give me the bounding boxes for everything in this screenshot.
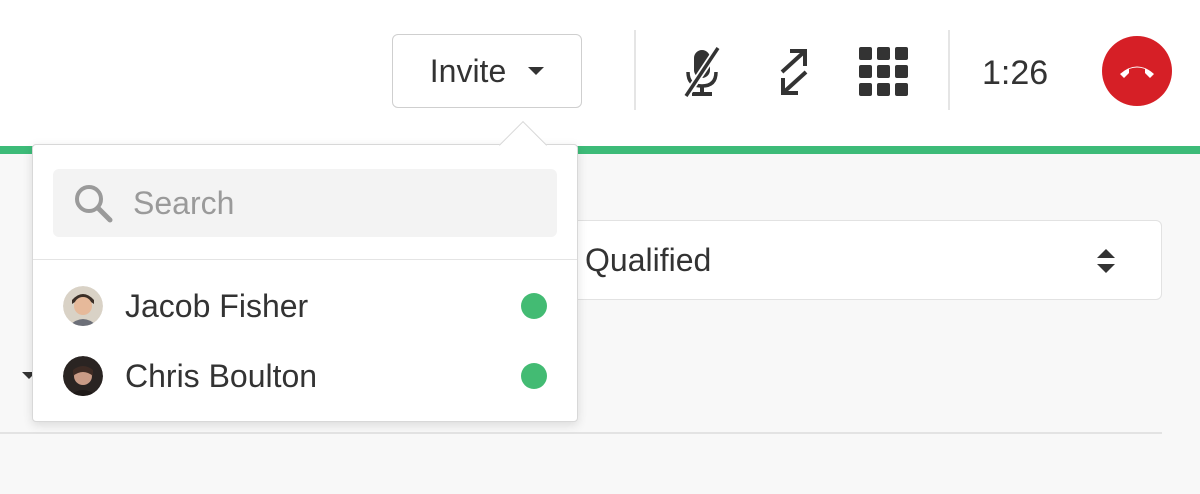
toolbar-divider bbox=[634, 30, 636, 110]
online-status-dot bbox=[521, 293, 547, 319]
select-arrows-icon bbox=[1097, 249, 1115, 273]
keypad-grid-icon[interactable] bbox=[856, 44, 912, 100]
popover-pointer-cover bbox=[500, 146, 546, 166]
section-divider bbox=[0, 432, 1162, 434]
call-toolbar: Invite 1:26 bbox=[0, 0, 1200, 146]
invite-button-label: Invite bbox=[429, 52, 507, 89]
microphone-off-icon[interactable] bbox=[674, 44, 730, 100]
status-select-value: Qualified bbox=[585, 241, 712, 278]
online-status-dot bbox=[521, 363, 547, 389]
search-input[interactable] bbox=[133, 184, 533, 222]
avatar bbox=[63, 356, 103, 396]
invite-popover: Jacob Fisher Chris Boulton bbox=[32, 144, 578, 422]
invite-user-name: Jacob Fisher bbox=[125, 287, 309, 324]
call-timer: 1:26 bbox=[982, 54, 1049, 92]
invite-button[interactable]: Invite bbox=[392, 34, 582, 108]
phone-hangup-icon bbox=[1120, 66, 1154, 78]
status-select[interactable]: Qualified bbox=[560, 220, 1162, 300]
invite-user-item[interactable]: Jacob Fisher bbox=[33, 273, 577, 339]
chevron-down-icon bbox=[528, 67, 545, 75]
hangup-button[interactable] bbox=[1102, 36, 1172, 106]
invite-user-item[interactable]: Chris Boulton bbox=[33, 343, 577, 409]
search-field[interactable] bbox=[53, 169, 557, 237]
invite-user-name: Chris Boulton bbox=[125, 357, 318, 394]
popover-divider bbox=[33, 259, 577, 260]
transfer-arrows-icon[interactable] bbox=[766, 44, 822, 100]
search-icon bbox=[71, 181, 115, 225]
avatar bbox=[63, 286, 103, 326]
toolbar-divider bbox=[948, 30, 950, 110]
